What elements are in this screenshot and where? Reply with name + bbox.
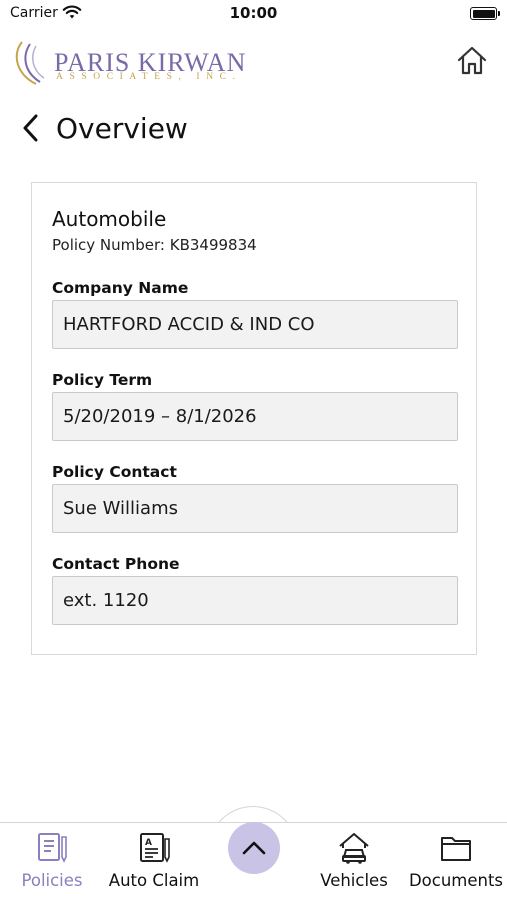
status-bar: Carrier 10:00 [0,0,507,28]
tab-label: Vehicles [320,871,388,890]
company-logo: PARIS KIRWAN ASSOCIATES, INC. [14,40,259,88]
nav-bar: Overview [20,106,188,150]
policy-type: Automobile [52,207,167,231]
tab-policies[interactable]: Policies [14,823,90,901]
page-title: Overview [56,111,188,145]
policy-contact-field: Sue Williams [52,484,458,533]
expand-menu-button[interactable] [228,822,280,874]
auto-claim-icon: A [137,831,171,865]
tab-label: Policies [21,871,83,890]
svg-text:A: A [145,838,152,848]
contact-phone-label: Contact Phone [52,555,180,573]
battery-icon [470,7,500,20]
back-button[interactable] [20,108,50,148]
contact-phone-field[interactable]: ext. 1120 [52,576,458,625]
policy-card: Automobile Policy Number: KB3499834 Comp… [31,182,477,655]
clock: 10:00 [229,4,278,22]
policy-contact-label: Policy Contact [52,463,177,481]
home-icon[interactable] [455,44,489,78]
chevron-left-icon [23,114,38,142]
logo-subtitle: ASSOCIATES, INC. [56,72,242,82]
company-name-label: Company Name [52,279,189,297]
company-name-field: HARTFORD ACCID & IND CO [52,300,458,349]
tab-label: Auto Claim [108,871,200,890]
policy-term-field: 5/20/2019 – 8/1/2026 [52,392,458,441]
tab-vehicles[interactable]: Vehicles [312,823,396,901]
tab-auto-claim[interactable]: A Auto Claim [104,823,204,901]
tab-label: Documents [408,871,504,890]
car-house-icon [337,831,371,865]
tab-documents[interactable]: Documents [406,823,506,901]
policy-term-label: Policy Term [52,371,153,389]
chevron-up-icon [242,841,266,855]
policy-number: Policy Number: KB3499834 [52,236,257,254]
logo-swoosh-icon [15,41,45,85]
folder-icon [439,831,473,865]
app-header: PARIS KIRWAN ASSOCIATES, INC. [0,36,507,92]
policies-icon [35,831,69,865]
